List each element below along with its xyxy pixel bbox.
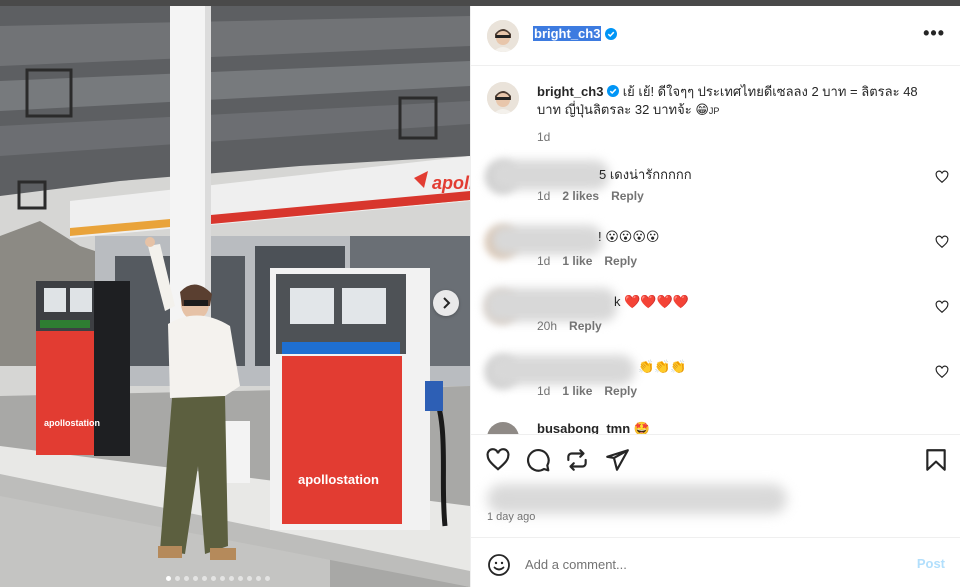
reply-button[interactable]: Reply [604,254,637,268]
comment-item-partial: busabong_tmn 🤩 [471,418,960,434]
add-comment-bar: Post [471,537,960,587]
blurred-username [491,160,609,190]
comment-likes[interactable]: 2 likes [562,189,599,203]
caption-text: bright_ch3 เย้ เย้! ดีใจๆๆ ประเทศไทยดีเซ… [537,83,937,120]
comment-text: 👏👏👏 [638,359,687,374]
heart-icon[interactable] [485,447,511,473]
comment-time[interactable]: 1d [537,189,550,203]
comment-text: 5 เดงน่ารักกกกก [599,167,692,182]
carousel-dot[interactable] [265,576,270,581]
comment-item: 👏👏👏 1d 1 like Reply [471,351,960,411]
more-options-icon[interactable]: ••• [923,24,945,42]
post-side-panel: bright_ch3 ••• bright_ch3 เย้ เย้! ดีใจๆ… [470,6,960,587]
post-header: bright_ch3 ••• [471,6,960,66]
post-comment-button[interactable]: Post [917,556,945,571]
reply-button[interactable]: Reply [611,189,644,203]
caption-suffix: JP [708,106,720,116]
repost-icon[interactable] [564,447,590,473]
reply-button[interactable]: Reply [569,319,602,333]
partial-emoji: 🤩 [633,421,650,434]
carousel-dot[interactable] [193,576,198,581]
comment-item: 5 เดงน่ารักกกกก 1d 2 likes Reply [471,156,960,216]
send-icon[interactable] [604,447,630,473]
comment-like-heart-icon[interactable] [935,235,949,249]
emoji-icon[interactable] [487,553,511,577]
carousel-dot[interactable] [166,576,171,581]
chevron-right-icon [443,297,451,309]
likes-summary-blurred [487,484,787,514]
comment-likes[interactable]: 1 like [562,384,592,398]
carousel-next-button[interactable] [433,290,459,316]
fuel-pump-right: apollostation [270,268,448,530]
caption-timestamp[interactable]: 1d [537,130,550,144]
comment-username[interactable]: busabong_tmn 🤩 [537,421,650,434]
comment-like-heart-icon[interactable] [935,170,949,184]
comment-icon[interactable] [525,447,551,473]
verified-icon [605,27,618,40]
caption-username[interactable]: bright_ch3 [537,84,603,99]
comment-meta: 20h Reply [537,319,602,333]
gas-station-photo: apollo apollostation [0,6,470,587]
header-username[interactable]: bright_ch3 [533,26,602,41]
action-bar [471,434,960,478]
svg-text:apollo: apollo [432,173,470,193]
bookmark-icon[interactable] [923,447,949,473]
carousel-dot[interactable] [247,576,252,581]
comment-meta: 1d 2 likes Reply [537,189,644,203]
comment-time[interactable]: 1d [537,384,550,398]
svg-text:apollostation: apollostation [44,418,100,428]
blurred-username [491,225,603,255]
fuel-pump-left: apollostation [36,281,130,456]
partial-username[interactable]: busabong_tmn [537,421,630,434]
avatar[interactable] [487,82,519,114]
comment-like-heart-icon[interactable] [935,300,949,314]
blurred-username [485,288,617,322]
caption-emoji: 😁 [695,102,709,117]
blurred-username [489,355,635,385]
carousel-dot[interactable] [220,576,225,581]
post-photo[interactable]: apollo apollostation [0,6,470,587]
carousel-dot[interactable] [211,576,216,581]
comment-text: ! 😮😮😮😮 [598,229,660,244]
carousel-dot[interactable] [202,576,207,581]
post-timestamp[interactable]: 1 day ago [487,511,535,523]
reply-button[interactable]: Reply [604,384,637,398]
comment-item: ! 😮😮😮😮 1d 1 like Reply [471,221,960,281]
comment-meta: 1d 1 like Reply [537,254,637,268]
carousel-dots [166,576,270,581]
comment-likes[interactable]: 1 like [562,254,592,268]
verified-icon [607,85,620,97]
carousel-dot[interactable] [229,576,234,581]
avatar[interactable] [487,20,519,52]
carousel-dot[interactable] [175,576,180,581]
comment-meta: 1d 1 like Reply [537,384,637,398]
carousel-dot[interactable] [238,576,243,581]
comment-item: k ❤️❤️❤️❤️ 20h Reply [471,286,960,346]
comment-time[interactable]: 1d [537,254,550,268]
comment-input[interactable] [525,552,905,576]
svg-text:apollostation: apollostation [298,472,379,487]
comment-like-heart-icon[interactable] [935,365,949,379]
comment-time[interactable]: 20h [537,319,557,333]
carousel-dot[interactable] [184,576,189,581]
comment-text: k ❤️❤️❤️❤️ [614,294,689,309]
avatar[interactable] [487,422,519,434]
carousel-dot[interactable] [256,576,261,581]
